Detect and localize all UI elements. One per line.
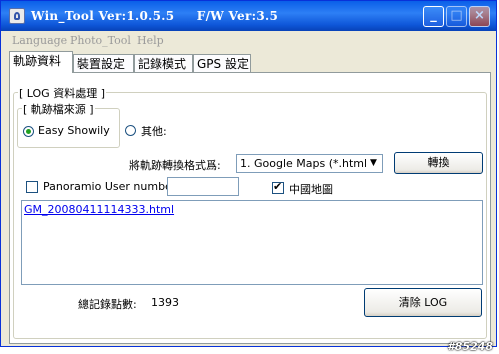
menu-language[interactable]: Language	[12, 34, 67, 47]
format-select[interactable]: 1. Google Maps (*.html) ▼	[236, 154, 383, 173]
format-select-value: 1. Google Maps (*.html)	[240, 157, 372, 170]
menu-bar: Language Photo_Tool Help	[3, 32, 494, 50]
track-source-group: [ 軌跡檔來源 ] Easy Showily	[17, 101, 120, 148]
track-source-label: [ 軌跡檔來源 ]	[22, 101, 95, 117]
log-file-list[interactable]: GM_20080411114333.html	[21, 200, 483, 285]
log-file-item[interactable]: GM_20080411114333.html	[24, 203, 174, 216]
tab-device-settings[interactable]: 裝置設定	[73, 54, 134, 73]
close-button[interactable]: ×	[469, 6, 490, 27]
panoramio-checkbox[interactable]	[26, 181, 38, 193]
china-map-checkbox[interactable]	[272, 180, 284, 194]
tab-log-mode[interactable]: 記錄模式	[134, 54, 193, 73]
maximize-button[interactable]: □	[446, 6, 467, 27]
panoramio-label: Panoramio User number	[43, 180, 177, 193]
log-processing-group: [ LOG 資料處理 ] [ 軌跡檔來源 ] Easy Showily 其他: …	[13, 85, 487, 339]
total-points-label: 總記錄點數:	[78, 298, 137, 311]
window-title: Win_Tool Ver:1.0.5.5 F/W Ver:3.5	[31, 9, 279, 23]
log-processing-label: [ LOG 資料處理 ]	[18, 85, 106, 101]
radio-easy-showily[interactable]	[23, 126, 34, 137]
tab-gps-settings[interactable]: GPS 設定	[193, 54, 251, 73]
clear-log-button[interactable]: 清除 LOG	[364, 288, 482, 317]
total-points-value: 1393	[151, 296, 179, 309]
menu-help[interactable]: Help	[137, 34, 164, 47]
watermark: #85248	[447, 340, 493, 353]
app-window: Win_Tool Ver:1.0.5.5 F/W Ver:3.5 _ □ × L…	[0, 0, 497, 347]
tab-strip: 軌跡資料 裝置設定 記錄模式 GPS 設定	[9, 51, 492, 73]
radio-other-label: 其他:	[141, 125, 167, 138]
convert-format-label: 將軌跡轉換格式爲:	[129, 159, 221, 172]
title-bar[interactable]: Win_Tool Ver:1.0.5.5 F/W Ver:3.5 _ □ ×	[1, 1, 496, 31]
track-data-panel: [ LOG 資料處理 ] [ 軌跡檔來源 ] Easy Showily 其他: …	[9, 72, 491, 344]
radio-easy-showily-label: Easy Showily	[38, 124, 110, 137]
tab-track-data[interactable]: 軌跡資料	[9, 51, 73, 73]
china-map-label: 中國地圖	[289, 183, 333, 196]
radio-other[interactable]	[125, 125, 136, 136]
app-icon	[9, 8, 25, 24]
menu-photo-tool[interactable]: Photo_Tool	[70, 34, 131, 47]
panoramio-user-number-input[interactable]	[167, 177, 239, 196]
minimize-button[interactable]: _	[423, 6, 444, 27]
chevron-down-icon[interactable]: ▼	[366, 156, 381, 171]
convert-button[interactable]: 轉換	[394, 152, 483, 174]
